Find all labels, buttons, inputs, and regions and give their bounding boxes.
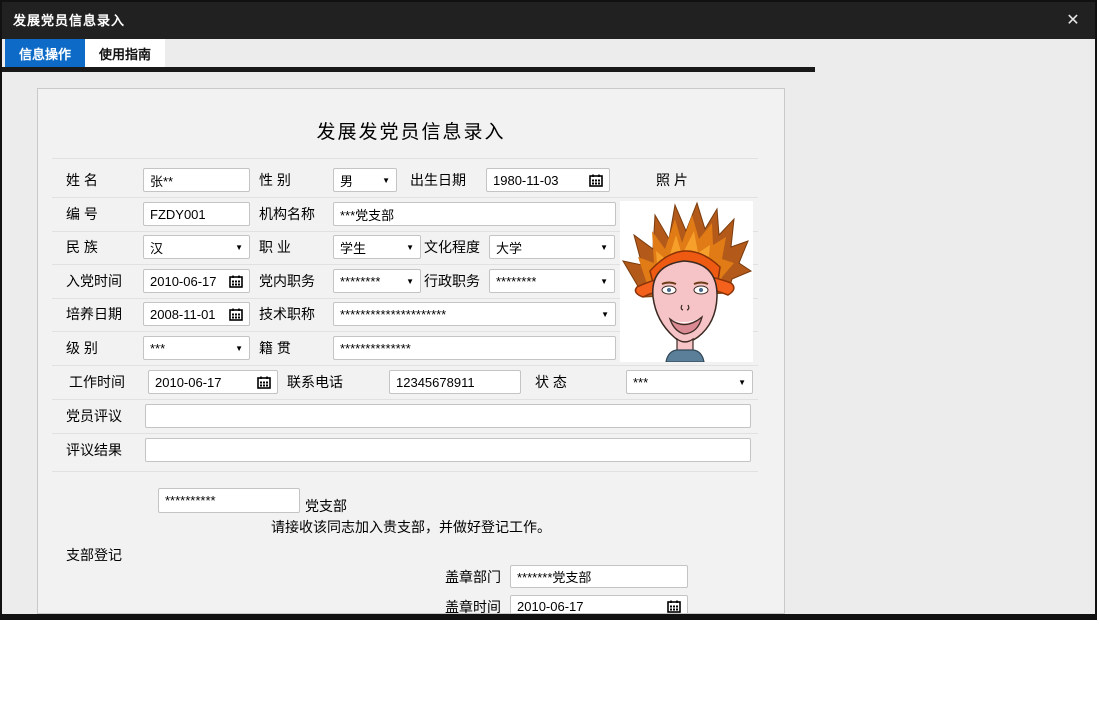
level-label: 级 别 (66, 336, 98, 360)
name-input[interactable] (143, 168, 250, 192)
chevron-down-icon: ▼ (235, 243, 243, 252)
tab-info-operations[interactable]: 信息操作 (5, 39, 85, 67)
photo-frame (620, 201, 753, 362)
branch-notice-text: 请接收该同志加入贵支部，并做好登记工作。 (38, 517, 784, 537)
photo-avatar (620, 201, 753, 362)
native-place-label: 籍 贯 (259, 336, 291, 360)
close-button[interactable]: ✕ (1062, 10, 1084, 32)
admin-position-select[interactable]: ******** ▼ (489, 269, 615, 293)
dialog-title: 发展党员信息录入 (13, 2, 125, 39)
chevron-down-icon: ▼ (600, 277, 608, 286)
dialog-titlebar: 发展党员信息录入 ✕ (2, 2, 1095, 39)
seal-dept-input[interactable] (510, 565, 688, 588)
tab-strip: 信息操作 使用指南 (2, 39, 1095, 67)
branch-suffix-label: 党支部 (305, 494, 347, 518)
occupation-select[interactable]: 学生 ▼ (333, 235, 421, 259)
calendar-icon[interactable] (229, 275, 243, 288)
org-name-label: 机构名称 (259, 202, 315, 226)
dialog-content: 发展发党员信息录入 姓 名 性 别 男 ▼ 出生日期 (2, 72, 1095, 614)
birth-date-input[interactable]: 1980-11-03 (486, 168, 610, 192)
form-title: 发展发党员信息录入 (38, 117, 784, 144)
seal-date-label: 盖章时间 (445, 596, 501, 614)
review-result-input[interactable] (145, 438, 751, 462)
page: 发展党员信息录入 ✕ 信息操作 使用指南 发展发党员信息录入 (0, 0, 1099, 712)
seal-date-input[interactable]: 2010-06-17 (510, 595, 688, 614)
row-divider (52, 158, 758, 159)
row-divider (52, 365, 758, 366)
code-label: 编 号 (66, 202, 98, 226)
work-date-input[interactable]: 2010-06-17 (148, 370, 278, 394)
close-icon: ✕ (1066, 12, 1079, 29)
chevron-down-icon: ▼ (601, 310, 609, 319)
occupation-label: 职 业 (259, 235, 291, 259)
branch-name-input[interactable] (158, 488, 300, 513)
calendar-icon[interactable] (257, 376, 271, 389)
form-panel: 发展发党员信息录入 姓 名 性 别 男 ▼ 出生日期 (37, 88, 785, 614)
training-date-input[interactable]: 2008-11-01 (143, 302, 250, 326)
level-select[interactable]: *** ▼ (143, 336, 250, 360)
chevron-down-icon: ▼ (406, 243, 414, 252)
chevron-down-icon: ▼ (738, 378, 746, 387)
party-position-select[interactable]: ******** ▼ (333, 269, 421, 293)
ethnicity-select[interactable]: 汉 ▼ (143, 235, 250, 259)
member-review-input[interactable] (145, 404, 751, 428)
row-divider (52, 471, 758, 472)
row-divider (52, 433, 758, 434)
branch-register-label: 支部登记 (66, 543, 122, 567)
join-date-input[interactable]: 2010-06-17 (143, 269, 250, 293)
phone-input[interactable] (389, 370, 521, 394)
chevron-down-icon: ▼ (600, 243, 608, 252)
phone-label: 联系电话 (287, 370, 343, 394)
chevron-down-icon: ▼ (235, 344, 243, 353)
calendar-icon[interactable] (589, 174, 603, 187)
status-select[interactable]: *** ▼ (626, 370, 753, 394)
education-select[interactable]: 大学 ▼ (489, 235, 615, 259)
seal-dept-label: 盖章部门 (445, 566, 501, 588)
tech-title-label: 技术职称 (259, 302, 315, 326)
admin-position-label: 行政职务 (424, 269, 480, 293)
native-place-input[interactable] (333, 336, 616, 360)
review-result-label: 评议结果 (66, 438, 122, 462)
member-review-label: 党员评议 (66, 404, 122, 428)
name-label: 姓 名 (66, 168, 98, 192)
training-date-label: 培养日期 (66, 302, 122, 326)
tech-title-select[interactable]: ********************* ▼ (333, 302, 616, 326)
gender-label: 性 别 (259, 168, 291, 192)
education-label: 文化程度 (424, 235, 480, 259)
ethnicity-label: 民 族 (66, 235, 98, 259)
row-divider (52, 197, 758, 198)
birth-date-label: 出生日期 (410, 168, 466, 192)
photo-label: 照 片 (656, 168, 688, 192)
calendar-icon[interactable] (667, 600, 681, 613)
join-date-label: 入党时间 (66, 269, 122, 293)
tab-user-guide[interactable]: 使用指南 (85, 39, 165, 67)
chevron-down-icon: ▼ (382, 176, 390, 185)
status-label: 状 态 (535, 370, 567, 394)
row-divider (52, 399, 758, 400)
code-input[interactable] (143, 202, 250, 226)
work-date-label: 工作时间 (69, 370, 125, 394)
org-name-input[interactable] (333, 202, 616, 226)
chevron-down-icon: ▼ (406, 277, 414, 286)
dialog-window: 发展党员信息录入 ✕ 信息操作 使用指南 发展发党员信息录入 (0, 0, 1097, 620)
calendar-icon[interactable] (229, 308, 243, 321)
party-position-label: 党内职务 (259, 269, 315, 293)
gender-select[interactable]: 男 ▼ (333, 168, 397, 192)
